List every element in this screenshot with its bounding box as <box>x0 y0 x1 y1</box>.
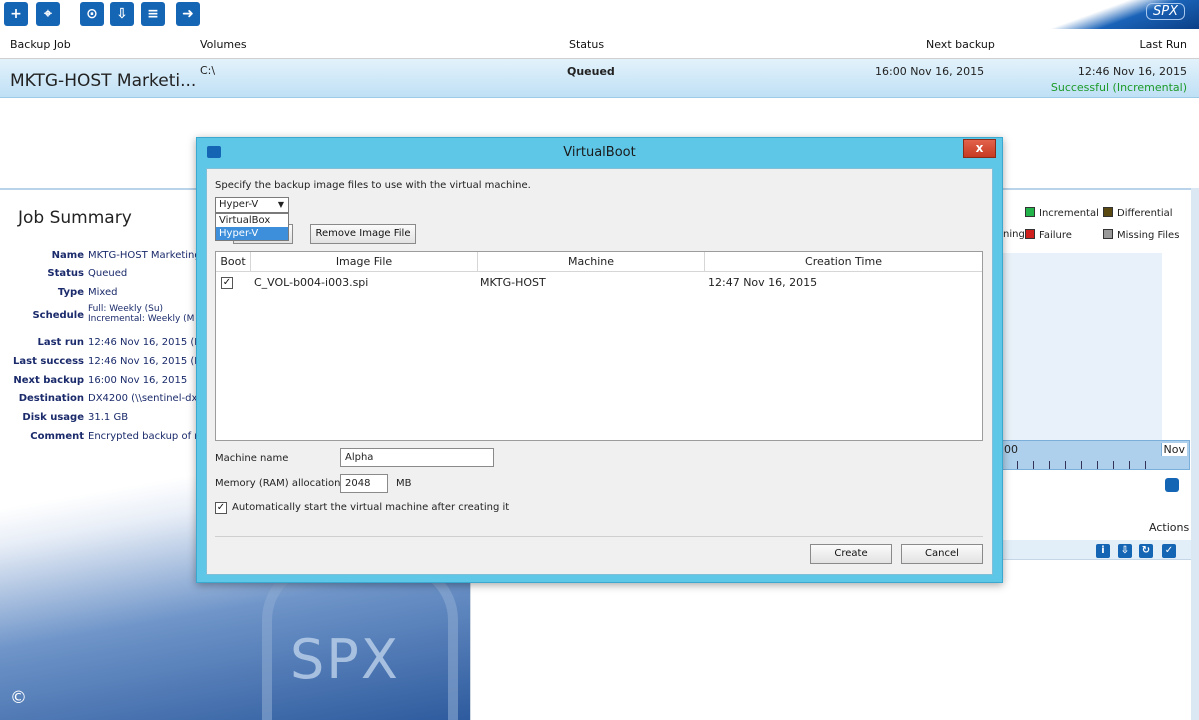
summary-last-run: Last run 12:46 Nov 16, 2015 (Ir <box>37 337 200 348</box>
timeline-right-label: Nov <box>1160 443 1187 456</box>
summary-comment: Comment Encrypted backup of m <box>30 431 200 442</box>
job-status: Queued <box>567 65 615 78</box>
col-image-file[interactable]: Image File <box>251 252 478 272</box>
history-chart <box>1000 253 1162 440</box>
col-next-backup[interactable]: Next backup <box>926 38 995 51</box>
footer-divider <box>215 536 983 537</box>
close-button[interactable]: x <box>963 139 996 158</box>
memory-unit: MB <box>396 478 412 489</box>
job-list-header: Backup Job Volumes Status Next backup La… <box>0 29 1199 59</box>
machine-cell: MKTG-HOST <box>480 276 546 289</box>
timeline-left-label: 00 <box>1004 443 1018 456</box>
copyright-icon[interactable]: © <box>10 688 27 708</box>
remove-image-file-button[interactable]: Remove Image File <box>310 224 416 244</box>
summary-status: Status Queued <box>47 268 128 279</box>
restore-icon[interactable]: ⊙ <box>80 2 104 26</box>
job-row[interactable]: MKTG-HOST Marketi... C:\ Queued 16:00 No… <box>0 59 1199 98</box>
main-toolbar: + ⌖ ⊙ ⇩ ≡ ➜ SPX <box>0 0 1199 29</box>
refresh-icon[interactable]: ↻ <box>1139 544 1153 558</box>
summary-type: Type Mixed <box>57 287 118 298</box>
chevron-down-icon: ▼ <box>277 200 284 209</box>
auto-start-label[interactable]: Automatically start the virtual machine … <box>232 502 509 513</box>
legend-running: ning <box>1003 229 1025 240</box>
col-creation-time[interactable]: Creation Time <box>705 252 982 272</box>
hypervisor-select[interactable]: Hyper-V ▼ <box>215 197 289 213</box>
instruction-text: Specify the backup image files to use wi… <box>215 180 531 191</box>
job-name: MKTG-HOST Marketi... <box>10 71 197 91</box>
dialog-body: Specify the backup image files to use wi… <box>206 168 993 575</box>
image-file-cell: C_VOL-b004-i003.spi <box>254 276 369 289</box>
spx-watermark-text: SPX <box>290 628 400 691</box>
summary-next-backup: Next backup 16:00 Nov 16, 2015 <box>13 375 188 386</box>
auto-start-checkbox[interactable]: ✓ <box>215 502 227 514</box>
actions-label: Actions <box>1149 521 1190 534</box>
job-next-backup: 16:00 Nov 16, 2015 <box>875 65 985 78</box>
col-boot[interactable]: Boot <box>216 252 251 272</box>
check-icon[interactable]: ✓ <box>1162 544 1176 558</box>
summary-last-success: Last success 12:46 Nov 16, 2015 (Ir <box>13 356 200 367</box>
add-job-icon[interactable]: + <box>4 2 28 26</box>
dialog-titlebar[interactable]: VirtualBoot x <box>197 138 1002 166</box>
dialog-title: VirtualBoot <box>563 145 636 160</box>
brand-wave: SPX <box>1029 0 1199 29</box>
machine-name-input[interactable]: Alpha <box>340 448 494 467</box>
database-icon[interactable]: ≡ <box>141 2 165 26</box>
option-hyper-v[interactable]: Hyper-V <box>216 227 288 240</box>
job-last-result: Successful (Incremental) <box>1050 81 1187 94</box>
summary-name: Name MKTG-HOST Marketing <box>51 250 200 261</box>
spx-logo: SPX <box>1146 3 1185 20</box>
legend-failure: Failure <box>1025 229 1072 241</box>
col-machine[interactable]: Machine <box>478 252 705 272</box>
boot-checkbox[interactable]: ✓ <box>221 277 233 289</box>
add-location-icon[interactable]: ⌖ <box>36 2 60 26</box>
option-virtualbox[interactable]: VirtualBox <box>216 214 288 227</box>
legend-incremental: Incremental <box>1025 207 1099 219</box>
col-status[interactable]: Status <box>569 38 604 51</box>
timeline-bar[interactable]: 00 Nov <box>1000 440 1190 470</box>
cancel-button[interactable]: Cancel <box>901 544 983 564</box>
machine-name-label: Machine name <box>215 453 289 464</box>
exit-icon[interactable]: ➜ <box>176 2 200 26</box>
memory-label: Memory (RAM) allocation <box>215 478 341 489</box>
database-icon[interactable] <box>1165 478 1179 492</box>
summary-disk-usage: Disk usage 31.1 GB <box>22 412 129 423</box>
timeline-ticks <box>1001 461 1161 469</box>
col-last-run[interactable]: Last Run <box>1139 38 1187 51</box>
legend-differential: Differential <box>1103 207 1173 219</box>
summary-schedule: ScheduleFull: Weekly (Su) Incremental: We… <box>32 304 195 324</box>
col-volumes[interactable]: Volumes <box>200 38 247 51</box>
info-icon[interactable]: i <box>1096 544 1110 558</box>
summary-destination: Destination DX4200 (\\sentinel-dx4 <box>18 393 200 404</box>
legend-missing-files: Missing Files <box>1103 229 1179 241</box>
download-icon[interactable]: ⇩ <box>1118 544 1132 558</box>
job-last-run: 12:46 Nov 16, 2015 <box>1077 65 1187 78</box>
creation-time-cell: 12:47 Nov 16, 2015 <box>708 276 818 289</box>
virtualboot-dialog: VirtualBoot x Specify the backup image f… <box>196 137 1003 583</box>
col-backup-job[interactable]: Backup Job <box>10 38 71 51</box>
create-button[interactable]: Create <box>810 544 892 564</box>
hypervisor-dropdown: VirtualBox Hyper-V <box>215 213 289 241</box>
right-scrollbar[interactable] <box>1191 188 1199 720</box>
actions-bar: i ⇩ ↻ ✓ <box>1000 540 1192 560</box>
memory-input[interactable]: 2048 <box>340 474 388 493</box>
image-files-table: Boot Image File Machine Creation Time ✓ … <box>215 251 983 441</box>
download-icon[interactable]: ⇩ <box>110 2 134 26</box>
job-volume: C:\ <box>200 64 216 77</box>
job-summary-title: Job Summary <box>18 208 132 228</box>
